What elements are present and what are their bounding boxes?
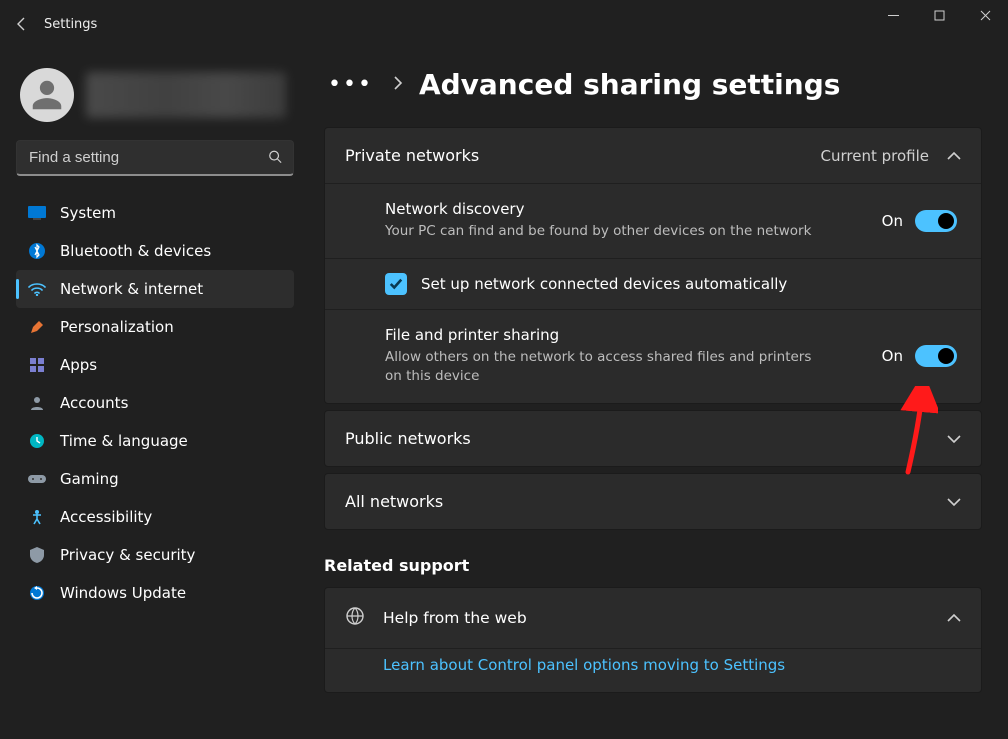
nav-list: System Bluetooth & devices Network & int…	[16, 194, 294, 612]
setting-desc: Your PC can find and be found by other d…	[385, 222, 811, 242]
help-from-web-header[interactable]: Help from the web	[325, 588, 981, 648]
sidebar-item-label: Windows Update	[60, 584, 186, 602]
toggle-state: On	[882, 347, 903, 365]
accessibility-icon	[28, 508, 46, 526]
sidebar-item-personalization[interactable]: Personalization	[16, 308, 294, 346]
chevron-up-icon	[947, 147, 961, 165]
sidebar-item-label: Accessibility	[60, 508, 152, 526]
section-title: All networks	[345, 492, 443, 511]
public-networks-header[interactable]: Public networks	[325, 411, 981, 466]
globe-icon	[345, 606, 365, 630]
wifi-icon	[28, 280, 46, 298]
file-printer-sharing-toggle[interactable]	[915, 345, 957, 367]
window-title: Settings	[44, 17, 97, 32]
auto-setup-row[interactable]: Set up network connected devices automat…	[325, 258, 981, 309]
sidebar-item-label: Privacy & security	[60, 546, 195, 564]
avatar	[20, 68, 74, 122]
gamepad-icon	[28, 470, 46, 488]
related-support-title: Related support	[324, 556, 982, 575]
toggle-state: On	[882, 212, 903, 230]
private-networks-header[interactable]: Private networks Current profile	[325, 128, 981, 183]
sidebar-item-windows-update[interactable]: Windows Update	[16, 574, 294, 612]
network-discovery-toggle[interactable]	[915, 210, 957, 232]
sidebar-item-bluetooth[interactable]: Bluetooth & devices	[16, 232, 294, 270]
chevron-down-icon	[947, 429, 961, 448]
file-printer-sharing-row: File and printer sharing Allow others on…	[325, 309, 981, 403]
sidebar-item-accessibility[interactable]: Accessibility	[16, 498, 294, 536]
checkbox-label: Set up network connected devices automat…	[421, 275, 787, 293]
minimize-button[interactable]	[870, 0, 916, 30]
apps-icon	[28, 356, 46, 374]
help-link-control-panel[interactable]: Learn about Control panel options moving…	[383, 656, 785, 674]
paintbrush-icon	[28, 318, 46, 336]
sidebar-item-label: Apps	[60, 356, 97, 374]
sidebar-item-label: System	[60, 204, 116, 222]
network-discovery-row: Network discovery Your PC can find and b…	[325, 183, 981, 258]
setting-desc: Allow others on the network to access sh…	[385, 348, 815, 387]
display-icon	[28, 204, 46, 222]
bluetooth-icon	[28, 242, 46, 260]
sidebar-item-apps[interactable]: Apps	[16, 346, 294, 384]
breadcrumb: ••• Advanced sharing settings	[324, 68, 982, 101]
sidebar-item-label: Network & internet	[60, 280, 203, 298]
section-title: Private networks	[345, 146, 479, 165]
clock-globe-icon	[28, 432, 46, 450]
sidebar-item-accounts[interactable]: Accounts	[16, 384, 294, 422]
chevron-right-icon	[393, 75, 403, 94]
person-icon	[28, 394, 46, 412]
help-from-web-card: Help from the web Learn about Control pa…	[324, 587, 982, 693]
sidebar-item-label: Gaming	[60, 470, 119, 488]
sidebar-item-label: Bluetooth & devices	[60, 242, 211, 260]
breadcrumb-more-button[interactable]: •••	[324, 72, 377, 97]
update-icon	[28, 584, 46, 602]
sidebar-item-label: Personalization	[60, 318, 174, 336]
private-networks-card: Private networks Current profile Network…	[324, 127, 982, 404]
title-bar: Settings	[0, 0, 1008, 48]
public-networks-card: Public networks	[324, 410, 982, 467]
chevron-down-icon	[947, 492, 961, 511]
maximize-button[interactable]	[916, 0, 962, 30]
shield-icon	[28, 546, 46, 564]
section-title: Public networks	[345, 429, 471, 448]
current-profile-badge: Current profile	[821, 147, 930, 165]
sidebar: System Bluetooth & devices Network & int…	[0, 48, 310, 739]
help-title: Help from the web	[383, 609, 527, 627]
window-controls	[870, 0, 1008, 30]
all-networks-header[interactable]: All networks	[325, 474, 981, 529]
main-content: ••• Advanced sharing settings Private ne…	[310, 48, 1008, 739]
search-icon	[268, 149, 282, 168]
sidebar-item-privacy[interactable]: Privacy & security	[16, 536, 294, 574]
setting-title: Network discovery	[385, 200, 811, 218]
user-name-redacted	[86, 72, 286, 118]
back-button[interactable]	[0, 16, 44, 32]
search-input[interactable]	[16, 140, 294, 176]
sidebar-item-label: Time & language	[60, 432, 188, 450]
user-card[interactable]	[20, 68, 290, 122]
sidebar-item-label: Accounts	[60, 394, 128, 412]
sidebar-item-system[interactable]: System	[16, 194, 294, 232]
close-button[interactable]	[962, 0, 1008, 30]
setting-title: File and printer sharing	[385, 326, 815, 344]
chevron-up-icon	[947, 608, 961, 627]
all-networks-card: All networks	[324, 473, 982, 530]
page-title: Advanced sharing settings	[419, 68, 840, 101]
sidebar-item-gaming[interactable]: Gaming	[16, 460, 294, 498]
auto-setup-checkbox[interactable]	[385, 273, 407, 295]
sidebar-item-time-language[interactable]: Time & language	[16, 422, 294, 460]
sidebar-item-network[interactable]: Network & internet	[16, 270, 294, 308]
